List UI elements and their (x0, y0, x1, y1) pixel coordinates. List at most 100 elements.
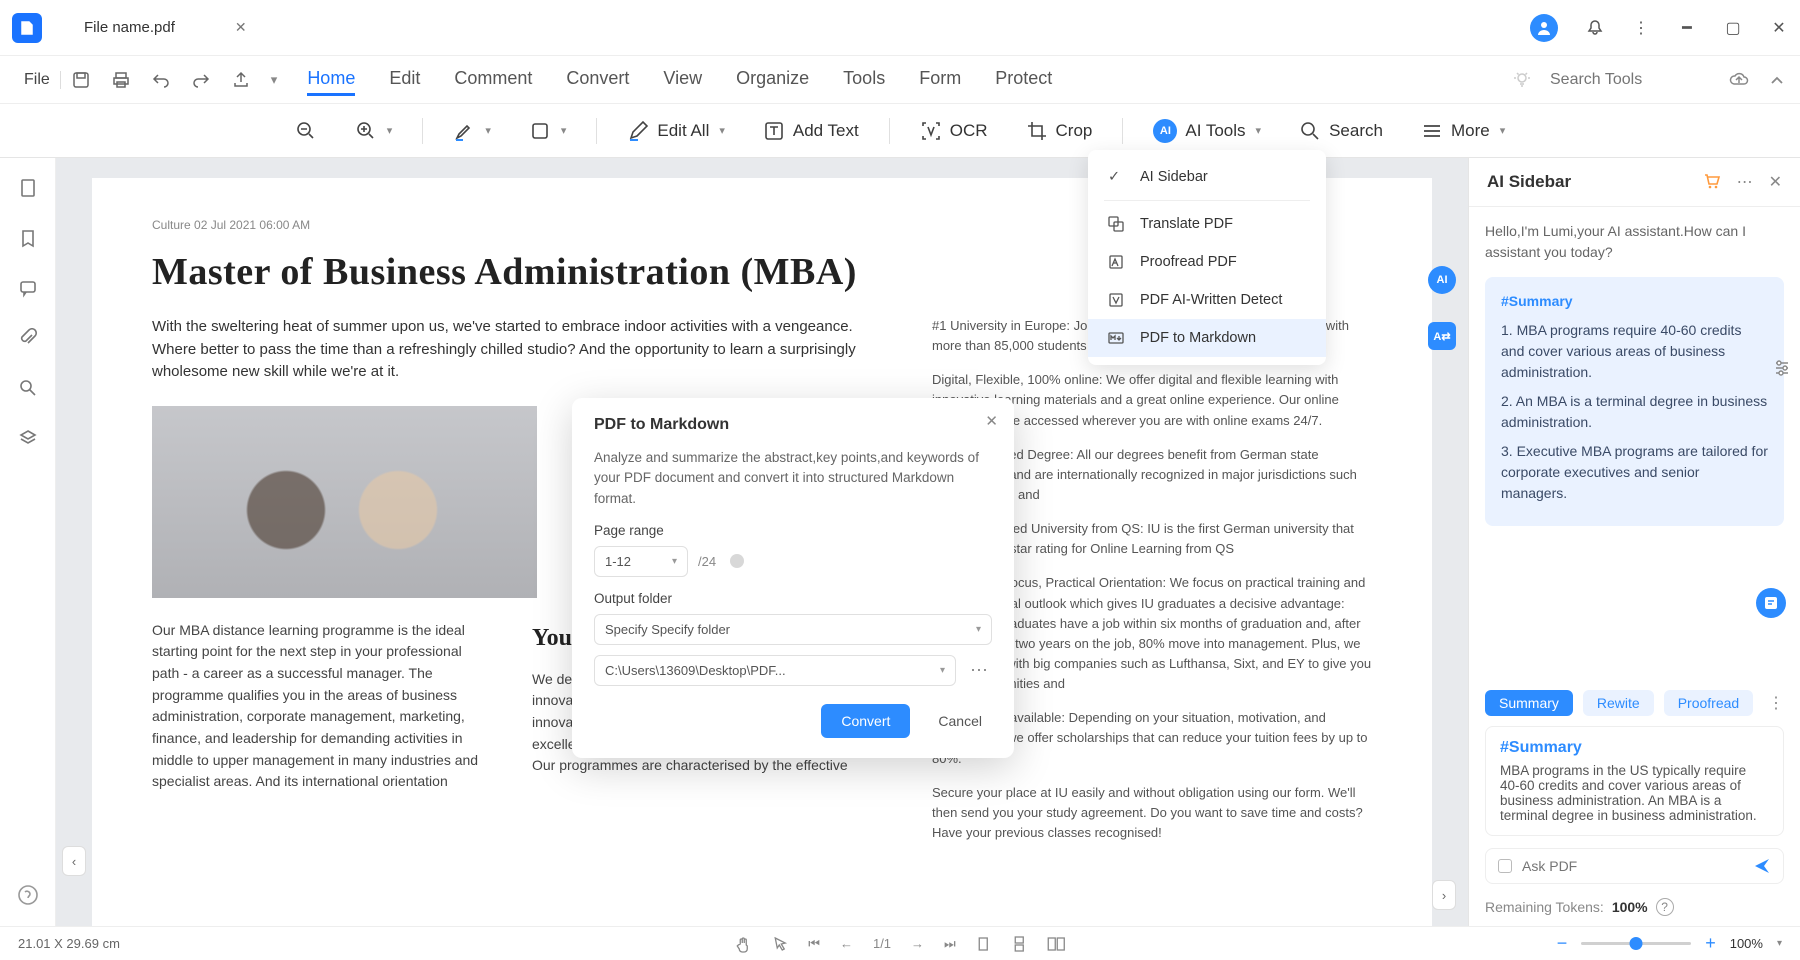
search-tools-input[interactable] (1550, 71, 1710, 89)
document-tab[interactable]: File name.pdf ✕ (64, 11, 267, 44)
more-button[interactable]: More▾ (1413, 116, 1513, 146)
print-icon[interactable] (111, 70, 131, 90)
tab-edit[interactable]: Edit (389, 64, 420, 96)
ai-tools-button[interactable]: AIAI Tools▾ (1145, 115, 1269, 147)
bookmarks-icon[interactable] (18, 228, 38, 248)
ai-float-icon[interactable]: AI (1428, 266, 1456, 294)
tab-form[interactable]: Form (919, 64, 961, 96)
cart-icon[interactable] (1703, 172, 1721, 192)
dd-ai-written-detect[interactable]: PDF AI-Written Detect (1088, 281, 1326, 319)
redo-icon[interactable] (191, 70, 211, 90)
zoom-out-button[interactable] (287, 116, 325, 146)
last-page-icon[interactable]: ⏭ (944, 936, 956, 952)
output-folder-select[interactable]: Specify Specify folder▾ (594, 614, 992, 645)
more-options-icon[interactable]: ⋯ (1737, 172, 1753, 192)
ask-checkbox[interactable] (1498, 859, 1512, 873)
zoom-slider[interactable] (1581, 942, 1691, 945)
quickaccess-dropdown-icon[interactable]: ▾ (271, 72, 278, 88)
browse-button[interactable]: ⋯ (966, 660, 992, 681)
tab-protect[interactable]: Protect (995, 64, 1052, 96)
app-logo[interactable] (12, 13, 42, 43)
cloud-upload-icon[interactable] (1728, 69, 1750, 91)
comments-icon[interactable] (18, 278, 38, 298)
collapse-right-icon[interactable]: › (1432, 880, 1456, 910)
highlight-button[interactable]: ▾ (445, 116, 499, 146)
zoom-dropdown-icon[interactable]: ▾ (1777, 938, 1782, 949)
dd-translate-pdf[interactable]: Translate PDF (1088, 205, 1326, 243)
modal-close-icon[interactable]: ✕ (985, 412, 998, 430)
ask-pdf-input[interactable] (1522, 858, 1743, 874)
lightbulb-icon[interactable] (1512, 70, 1532, 90)
range-toggle[interactable] (730, 554, 744, 568)
sliders-icon[interactable] (1772, 358, 1792, 378)
close-sidebar-icon[interactable]: ✕ (1769, 172, 1782, 192)
zoom-in-status-icon[interactable]: + (1705, 933, 1716, 954)
zoom-value[interactable]: 100% (1730, 936, 1763, 951)
zoom-thumb[interactable] (1630, 937, 1643, 950)
tokens-help-icon[interactable]: ? (1656, 898, 1674, 916)
notification-icon[interactable] (1586, 19, 1604, 37)
layers-icon[interactable] (18, 428, 38, 448)
file-menu[interactable]: File (14, 71, 61, 89)
new-tab-dropdown[interactable] (277, 18, 297, 38)
summary-card: #Summary 1. MBA programs require 40-60 c… (1485, 277, 1784, 526)
two-page-icon[interactable] (1048, 936, 1066, 952)
convert-button[interactable]: Convert (821, 704, 910, 738)
chip-menu-icon[interactable]: ⋮ (1768, 693, 1784, 713)
user-avatar[interactable] (1530, 14, 1558, 42)
collapse-panel-icon[interactable] (1768, 71, 1786, 89)
save-icon[interactable] (71, 70, 91, 90)
tab-home[interactable]: Home (307, 64, 355, 96)
cancel-button[interactable]: Cancel (928, 704, 992, 738)
tab-view[interactable]: View (663, 64, 702, 96)
search-button[interactable]: Search (1291, 116, 1391, 146)
page-range-select[interactable]: 1-12▾ (594, 546, 688, 577)
chip-rewrite[interactable]: Rewite (1583, 690, 1654, 716)
select-tool-icon[interactable] (772, 936, 788, 952)
thumbnails-icon[interactable] (18, 178, 38, 198)
search-panel-icon[interactable] (18, 378, 38, 398)
output-path-select[interactable]: C:\Users\13609\Desktop\PDF...▾ (594, 655, 956, 686)
tab-convert[interactable]: Convert (566, 64, 629, 96)
chip-summary[interactable]: Summary (1485, 690, 1573, 716)
dd-ai-sidebar[interactable]: ✓AI Sidebar (1088, 158, 1326, 196)
zoom-in-button[interactable]: ▾ (347, 116, 401, 146)
tab-comment[interactable]: Comment (454, 64, 532, 96)
ocr-button[interactable]: OCR (912, 116, 996, 146)
translate-float-icon[interactable]: A⇄ (1428, 322, 1456, 350)
close-window-icon[interactable]: ✕ (1770, 19, 1788, 37)
output-folder-label: Output folder (594, 591, 992, 606)
next-page-icon[interactable]: → (911, 936, 924, 951)
edit-all-button[interactable]: Edit All▾ (619, 116, 733, 146)
zoom-out-status-icon[interactable]: − (1557, 933, 1568, 954)
hand-tool-icon[interactable] (734, 935, 752, 953)
help-icon[interactable] (17, 884, 39, 906)
single-page-icon[interactable] (976, 936, 992, 952)
ai-greeting: Hello,I'm Lumi,your AI assistant.How can… (1485, 221, 1784, 263)
crop-button[interactable]: Crop (1018, 116, 1101, 146)
attachments-icon[interactable] (18, 328, 38, 348)
collapse-left-icon[interactable]: ‹ (62, 846, 86, 876)
add-text-button[interactable]: Add Text (755, 116, 867, 146)
dd-proofread-pdf[interactable]: Proofread PDF (1088, 243, 1326, 281)
page-indicator[interactable]: 1/1 (873, 936, 891, 951)
send-icon[interactable] (1753, 857, 1771, 875)
main-tabs: Home Edit Comment Convert View Organize … (307, 64, 1052, 96)
page-range-label: Page range (594, 523, 992, 538)
page-chat-icon[interactable] (1756, 588, 1786, 618)
undo-icon[interactable] (151, 70, 171, 90)
tab-close-icon[interactable]: ✕ (235, 19, 247, 36)
kebab-menu-icon[interactable]: ⋮ (1632, 19, 1650, 37)
dd-pdf-to-markdown[interactable]: PDF to Markdown (1088, 319, 1326, 357)
maximize-icon[interactable]: ▢ (1724, 19, 1742, 37)
prev-page-icon[interactable]: ← (840, 936, 853, 951)
tab-organize[interactable]: Organize (736, 64, 809, 96)
shape-button[interactable]: ▾ (521, 116, 575, 146)
chip-proofread[interactable]: Proofread (1664, 690, 1753, 716)
first-page-icon[interactable]: ⏮ (808, 936, 820, 952)
tab-tools[interactable]: Tools (843, 64, 885, 96)
minimize-icon[interactable]: ━ (1678, 19, 1696, 37)
share-icon[interactable] (231, 70, 251, 90)
continuous-page-icon[interactable] (1012, 936, 1028, 952)
tokens-label: Remaining Tokens: (1485, 899, 1604, 915)
